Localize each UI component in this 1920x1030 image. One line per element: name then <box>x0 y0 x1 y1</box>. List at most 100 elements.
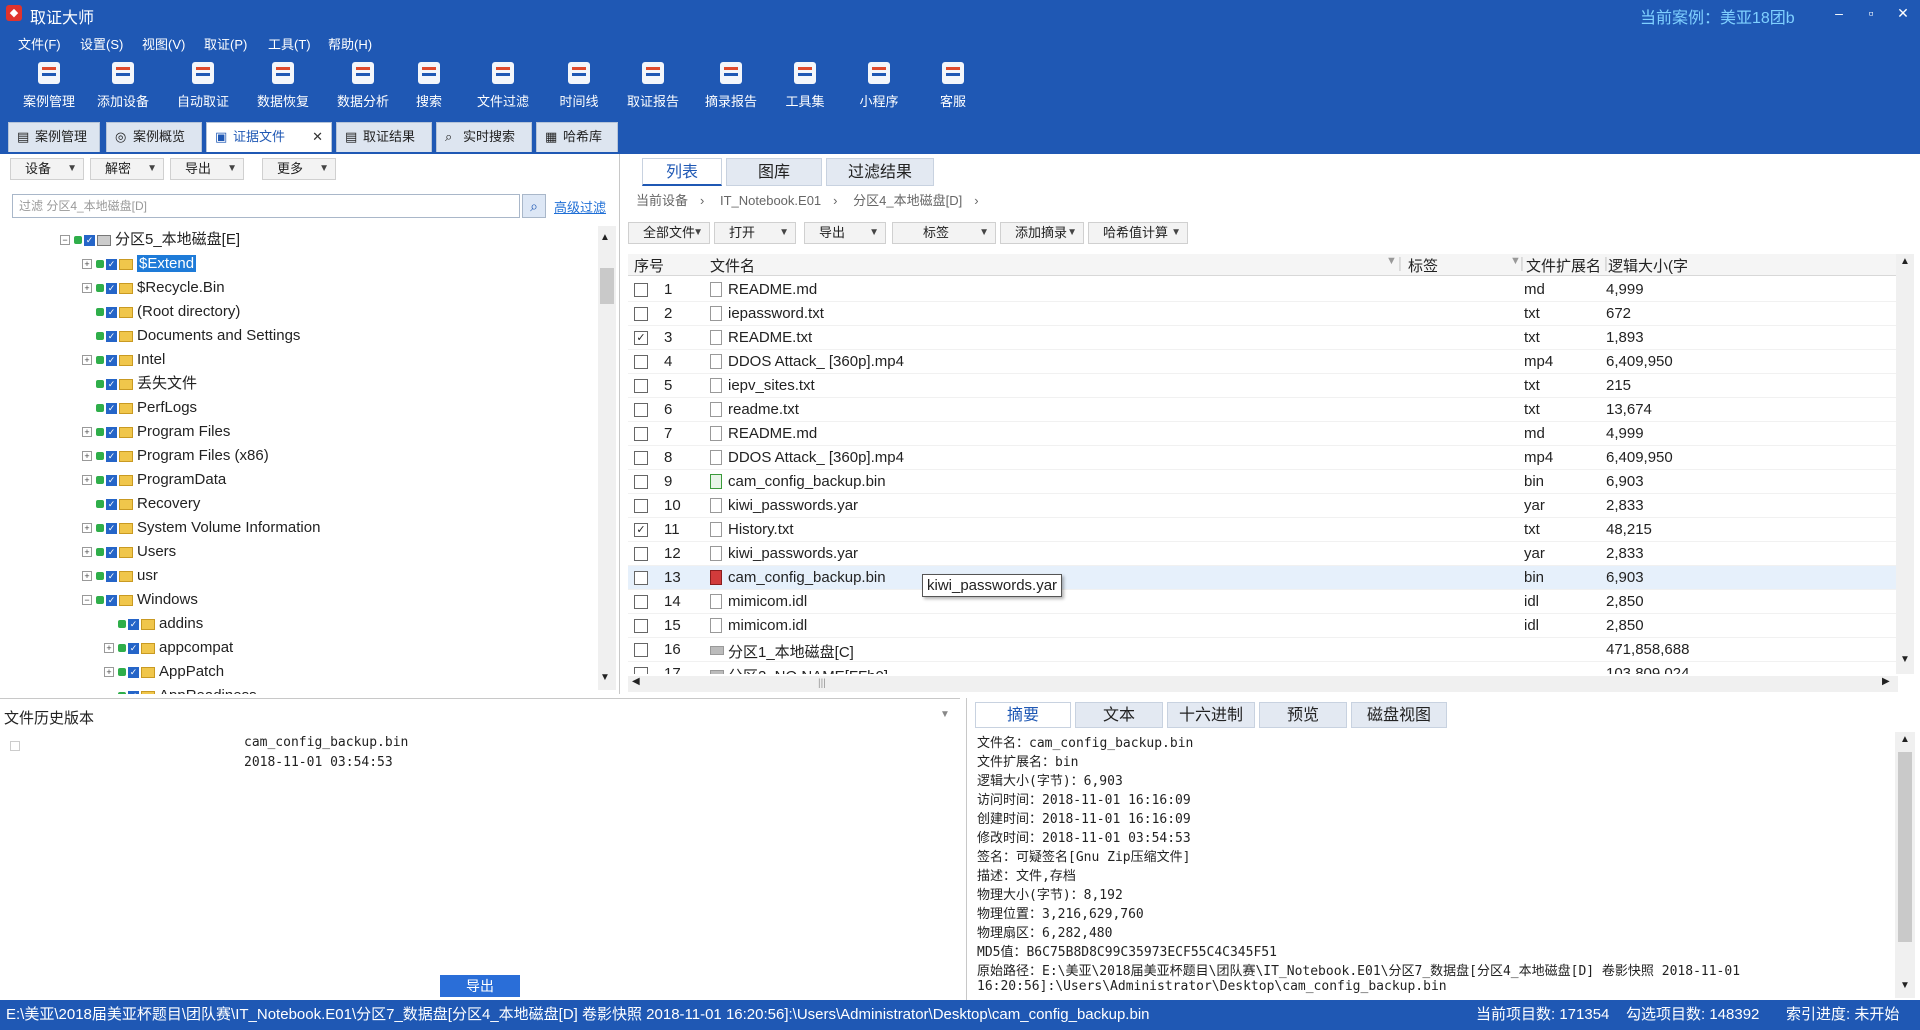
tree-expander-icon[interactable]: + <box>104 667 114 678</box>
table-row[interactable]: 1 README.md md 4,999 <box>628 278 1908 302</box>
tree-checkbox[interactable]: ✓ <box>106 402 117 414</box>
breadcrumb-item[interactable]: 当前设备 <box>636 193 688 208</box>
tree-node[interactable]: + ✓ ProgramData <box>82 468 226 492</box>
close-window-button[interactable]: ✕ <box>1888 2 1918 24</box>
row-checkbox[interactable]: ✓ <box>634 331 648 345</box>
filter-icon[interactable]: ▼ <box>1386 255 1397 267</box>
tab-filter-results[interactable]: 过滤结果 <box>826 158 934 186</box>
col-index[interactable]: 序号 <box>634 255 664 276</box>
tree-expander-icon[interactable] <box>82 307 92 317</box>
device-dropdown[interactable]: 设备 ▼ <box>10 158 84 180</box>
row-checkbox[interactable]: ✓ <box>634 523 648 537</box>
close-tab-icon[interactable]: ✕ <box>312 123 323 151</box>
tree-checkbox[interactable]: ✓ <box>106 378 117 390</box>
toolbar-button-7[interactable]: 时间线 <box>542 58 616 110</box>
tree-expander-icon[interactable] <box>104 691 114 694</box>
row-checkbox[interactable] <box>634 619 648 633</box>
table-row[interactable]: 2 iepassword.txt txt 672 <box>628 302 1908 326</box>
scroll-thumb[interactable] <box>600 268 614 304</box>
tree-node[interactable]: + ✓ Program Files <box>82 420 230 444</box>
row-checkbox[interactable] <box>634 499 648 513</box>
scroll-up-icon[interactable]: ▲ <box>1900 734 1910 745</box>
table-row[interactable]: 12 kiwi_passwords.yar yar 2,833 <box>628 542 1908 566</box>
toolbar-button-12[interactable]: 客服 <box>916 58 990 110</box>
scroll-down-icon[interactable]: ▼ <box>600 672 610 683</box>
tree-expander-icon[interactable]: + <box>82 571 92 582</box>
table-row[interactable]: 13 cam_config_backup.bin bin 6,903 <box>628 566 1908 590</box>
tree-checkbox[interactable]: ✓ <box>128 666 139 678</box>
history-item-name[interactable]: cam_config_backup.bin <box>244 735 408 750</box>
toolbar-button-6[interactable]: 文件过滤 <box>466 58 540 110</box>
scroll-grip-icon[interactable]: ||| <box>818 678 828 690</box>
scroll-up-icon[interactable]: ▲ <box>1900 256 1910 267</box>
toolbar-button-8[interactable]: 取证报告 <box>616 58 690 110</box>
scroll-down-icon[interactable]: ▼ <box>1900 980 1910 991</box>
tree-expander-icon[interactable]: + <box>82 427 92 438</box>
tab-realtime-search[interactable]: ⌕ 实时搜索 <box>436 122 532 152</box>
tree-checkbox[interactable]: ✓ <box>84 234 95 246</box>
tree-checkbox[interactable]: ✓ <box>106 450 117 462</box>
table-row[interactable]: 7 README.md md 4,999 <box>628 422 1908 446</box>
breadcrumb-item[interactable]: 分区4_本地磁盘[D] <box>853 193 962 208</box>
col-extension[interactable]: 文件扩展名 <box>1526 255 1601 276</box>
tree-node[interactable]: + ✓ Users <box>82 540 176 564</box>
row-checkbox[interactable] <box>634 547 648 561</box>
tree-node[interactable]: + ✓ appcompat <box>104 636 233 660</box>
tree-checkbox[interactable]: ✓ <box>106 474 117 486</box>
row-checkbox[interactable] <box>634 571 648 585</box>
tree-checkbox[interactable]: ✓ <box>128 618 139 630</box>
more-dropdown[interactable]: 更多 ▼ <box>262 158 336 180</box>
list-scrollbar[interactable]: ▲ ▼ <box>1896 254 1914 674</box>
row-checkbox[interactable] <box>634 643 648 657</box>
menu-view[interactable]: 视图(V) <box>142 34 185 53</box>
tree-expander-icon[interactable]: + <box>104 643 114 654</box>
row-checkbox[interactable] <box>634 427 648 441</box>
row-checkbox[interactable] <box>634 451 648 465</box>
menu-forensics[interactable]: 取证(P) <box>204 34 247 53</box>
tab-text[interactable]: 文本 <box>1075 702 1163 728</box>
tree-checkbox[interactable]: ✓ <box>106 330 117 342</box>
tree-checkbox[interactable]: ✓ <box>106 546 117 558</box>
tab-list[interactable]: 列表 <box>642 158 722 186</box>
scroll-down-icon[interactable]: ▼ <box>1900 654 1910 665</box>
table-row[interactable]: ✓ 11 History.txt txt 48,215 <box>628 518 1908 542</box>
advanced-filter-link[interactable]: 高级过滤 <box>554 197 606 216</box>
tree-checkbox[interactable]: ✓ <box>106 426 117 438</box>
tree-node[interactable]: + ✓ Intel <box>82 348 165 372</box>
table-row[interactable]: 15 mimicom.idl idl 2,850 <box>628 614 1908 638</box>
row-checkbox[interactable] <box>634 667 648 674</box>
add-excerpt-dropdown[interactable]: 添加摘录 ▼ <box>1000 222 1084 244</box>
tree-expander-icon[interactable]: + <box>82 451 92 462</box>
tree-expander-icon[interactable]: + <box>82 259 92 270</box>
scroll-left-icon[interactable]: ◀ <box>632 676 640 687</box>
tree-expander-icon[interactable]: − <box>82 595 92 606</box>
filter-search-icon[interactable]: ⌕ <box>522 194 546 218</box>
tree-node[interactable]: − ✓ Windows <box>82 588 198 612</box>
tree-expander-icon[interactable]: + <box>82 283 92 294</box>
table-row[interactable]: 6 readme.txt txt 13,674 <box>628 398 1908 422</box>
tree-expander-icon[interactable] <box>82 499 92 509</box>
table-row[interactable]: 9 cam_config_backup.bin bin 6,903 <box>628 470 1908 494</box>
tree-expander-icon[interactable]: − <box>60 235 70 246</box>
tab-disk-view[interactable]: 磁盘视图 <box>1351 702 1447 728</box>
row-checkbox[interactable] <box>634 355 648 369</box>
row-checkbox[interactable] <box>634 379 648 393</box>
table-row[interactable]: 14 mimicom.idl idl 2,850 <box>628 590 1908 614</box>
tab-summary[interactable]: 摘要 <box>975 702 1071 728</box>
tree-checkbox[interactable]: ✓ <box>128 690 139 694</box>
col-filename[interactable]: 文件名 <box>710 255 755 276</box>
detail-scrollbar[interactable]: ▲ ▼ <box>1895 732 1915 998</box>
tree-expander-icon[interactable]: + <box>82 355 92 366</box>
row-checkbox[interactable] <box>634 283 648 297</box>
hash-calc-dropdown[interactable]: 哈希值计算 ▼ <box>1088 222 1188 244</box>
breadcrumb-item[interactable]: IT_Notebook.E01 <box>720 193 821 208</box>
tree-checkbox[interactable]: ✓ <box>128 642 139 654</box>
menu-help[interactable]: 帮助(H) <box>328 34 372 53</box>
toolbar-button-4[interactable]: 数据分析 <box>326 58 400 110</box>
row-checkbox[interactable] <box>634 307 648 321</box>
open-dropdown[interactable]: 打开 ▼ <box>714 222 796 244</box>
table-row[interactable]: ✓ 3 README.txt txt 1,893 <box>628 326 1908 350</box>
tree-expander-icon[interactable]: + <box>82 547 92 558</box>
export-dropdown[interactable]: 导出 ▼ <box>170 158 244 180</box>
tree-node[interactable]: + ✓ System Volume Information <box>82 516 320 540</box>
